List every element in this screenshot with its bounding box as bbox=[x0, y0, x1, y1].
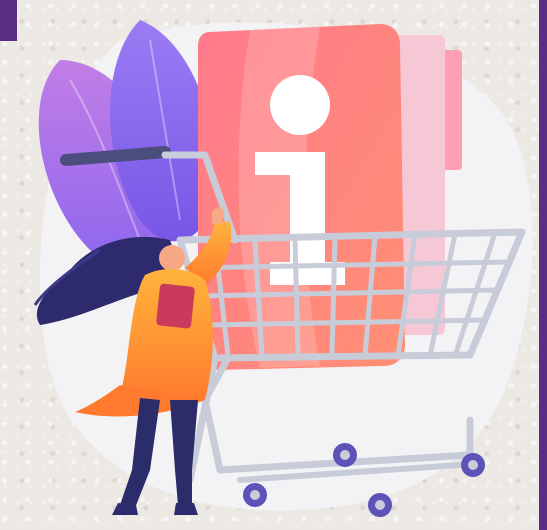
person-shoe-right bbox=[174, 503, 198, 515]
info-dot bbox=[270, 75, 330, 135]
right-edge-bar bbox=[539, 0, 547, 530]
person-shoe-left bbox=[112, 503, 138, 515]
cart-handle bbox=[60, 146, 171, 166]
tablet bbox=[156, 283, 195, 329]
person-head bbox=[159, 245, 185, 271]
shopping-illustration bbox=[33, 20, 533, 517]
